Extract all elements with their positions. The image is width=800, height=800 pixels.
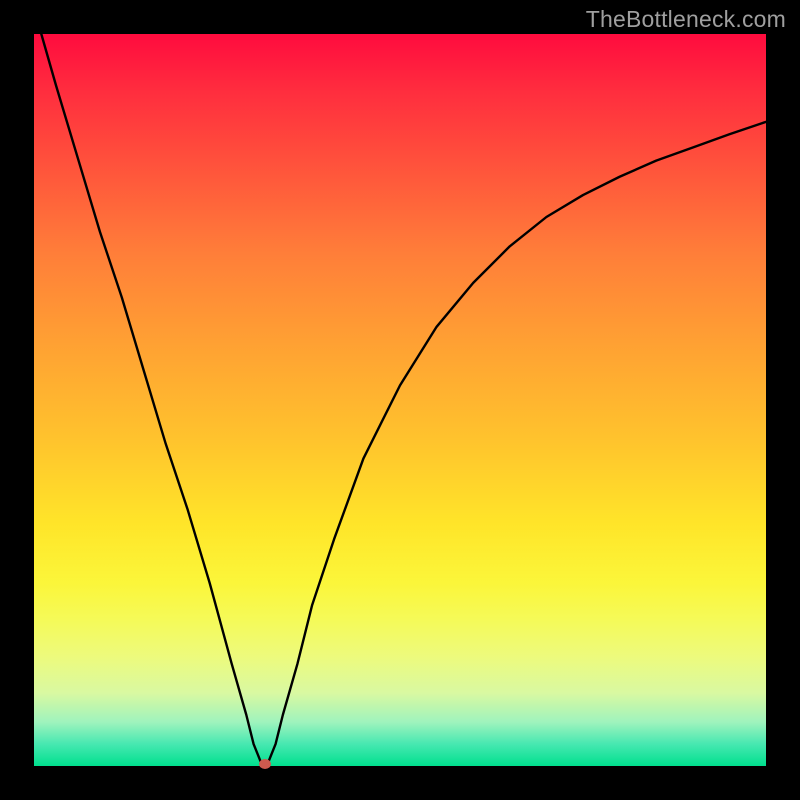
plot-area xyxy=(34,34,766,766)
minimum-marker xyxy=(259,759,271,769)
bottleneck-curve xyxy=(34,34,766,766)
chart-frame: TheBottleneck.com xyxy=(0,0,800,800)
watermark-text: TheBottleneck.com xyxy=(586,6,786,33)
